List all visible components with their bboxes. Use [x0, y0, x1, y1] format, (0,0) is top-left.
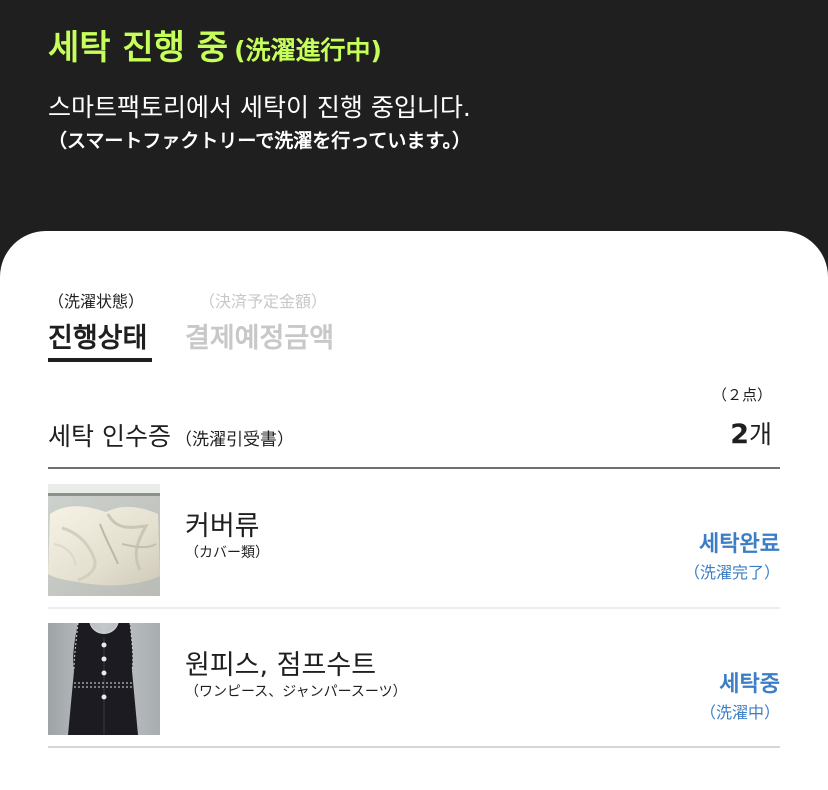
receipt-heading: 세탁 인수증 （洗濯引受書） — [48, 417, 294, 453]
page-title-text: 세탁 진행 중 — [48, 28, 229, 68]
item-name-sub: （カバー類） — [185, 545, 269, 561]
item-thumbnail — [48, 484, 160, 596]
active-tab-indicator — [48, 358, 152, 362]
item-name: 원피스, 점프수트 — [185, 650, 377, 681]
item-count: 2개 — [730, 415, 772, 451]
status-badge-sub: （洗濯完了） — [683, 563, 780, 582]
receipt-label-sub: （洗濯引受書） — [174, 430, 294, 450]
list-item[interactable]: 커버류 （カバー類） 세탁완료 （洗濯完了） — [48, 484, 780, 609]
item-thumbnail — [48, 623, 160, 735]
receipt-label: 세탁 인수증 — [48, 422, 171, 451]
white-cover-fabric-image — [48, 484, 160, 596]
content-card: （洗濯状態） 진행상태 （決済予定金額） 결제예정금액 （２点） 세탁 인수증 （… — [0, 231, 828, 790]
item-count-sub: （２点） — [711, 386, 772, 404]
page-title: 세탁 진행 중 (洗濯進行中) — [48, 20, 382, 69]
item-count-unit: 개 — [748, 420, 772, 449]
tab-label: 진행상태 — [48, 323, 148, 354]
list-item[interactable]: 원피스, 점프수트 （ワンピース、ジャンパースーツ） 세탁중 （洗濯中） — [48, 623, 780, 748]
item-divider — [48, 746, 780, 748]
tab-expected-payment[interactable]: （決済予定金額） 결제예정금액 — [185, 288, 334, 355]
item-divider — [48, 607, 780, 609]
tab-progress-status[interactable]: （洗濯状態） 진행상태 — [48, 288, 147, 355]
status-description-sub: （スマートファクトリーで洗濯を行っています。） — [48, 130, 471, 152]
tab-sub-label: （決済予定金額） — [199, 292, 328, 311]
status-badge: 세탁중 — [719, 672, 780, 697]
status-description: 스마트팩토리에서 세탁이 진행 중입니다. — [48, 93, 471, 122]
status-badge: 세탁완료 — [699, 532, 780, 557]
tab-sub-label: （洗濯状態） — [48, 292, 145, 311]
status-badge-sub: （洗濯中） — [699, 703, 780, 722]
page-title-sub: (洗濯進行中) — [234, 36, 382, 65]
header: 세탁 진행 중 (洗濯進行中) 스마트팩토리에서 세탁이 진행 중입니다. （スマ… — [0, 0, 828, 240]
item-name-sub: （ワンピース、ジャンパースーツ） — [185, 684, 407, 700]
item-count-number: 2 — [730, 419, 749, 450]
section-divider — [48, 467, 780, 469]
item-name: 커버류 — [185, 511, 260, 542]
dark-jumpsuit-image — [48, 623, 160, 735]
tab-label: 결제예정금액 — [185, 323, 335, 354]
